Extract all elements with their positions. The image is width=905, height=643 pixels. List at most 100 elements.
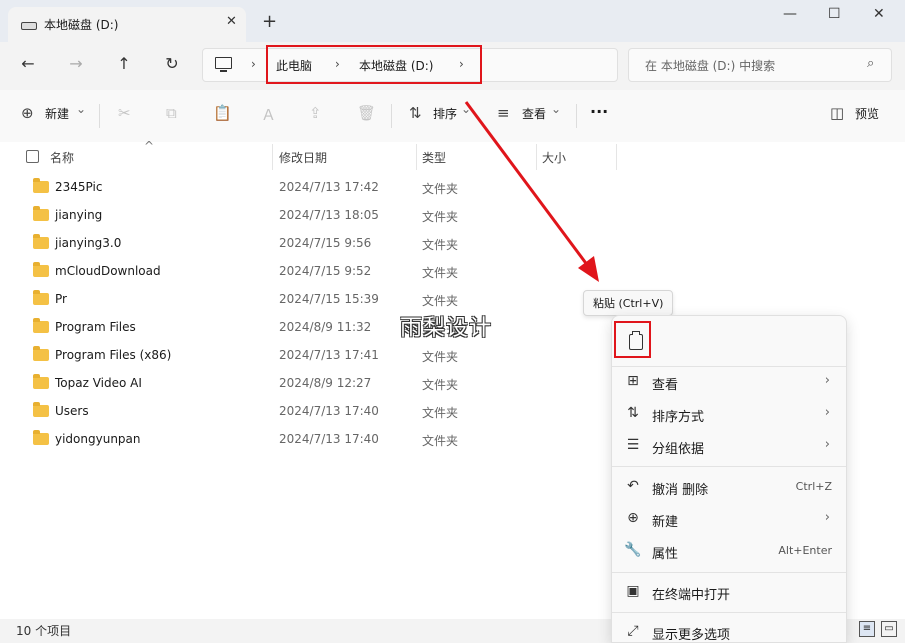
file-row[interactable]: Program Files 2024/8/9 11:32 文件夹 <box>0 314 600 342</box>
select-all-checkbox[interactable] <box>26 150 39 163</box>
menu-item-label: 分组依据 <box>652 442 705 457</box>
preview-button[interactable]: 预览 <box>855 105 879 122</box>
minimize-button[interactable]: — <box>783 6 797 22</box>
column-header-modified[interactable]: 修改日期 <box>279 149 327 166</box>
menu-item-view[interactable]: ⊞ 查看 › <box>612 367 846 397</box>
folder-icon <box>33 262 49 277</box>
maximize-button[interactable]: ☐ <box>828 6 841 22</box>
new-icon[interactable]: ⊕ <box>21 104 34 122</box>
terminal-icon: ▣ <box>626 583 640 599</box>
folder-icon <box>33 374 49 389</box>
rename-icon[interactable]: Ａ <box>261 104 276 125</box>
up-button[interactable]: ↑ <box>110 52 138 76</box>
column-header-type[interactable]: 类型 <box>422 149 446 166</box>
column-header-size[interactable]: 大小 <box>542 149 566 166</box>
file-modified: 2024/8/9 11:32 <box>279 320 372 334</box>
menu-item-label: 撤消 删除 <box>652 483 709 498</box>
menu-item-new[interactable]: ⊕ 新建 › <box>612 504 846 534</box>
view-dropdown-icon[interactable]: ⌄ <box>551 102 561 116</box>
chevron-right-icon: › <box>824 437 830 452</box>
close-window-button[interactable]: ✕ <box>873 6 885 22</box>
file-modified: 2024/7/13 17:41 <box>279 348 379 362</box>
cut-icon[interactable]: ✂ <box>118 104 131 122</box>
file-row[interactable]: yidongyunpan 2024/7/13 17:40 文件夹 <box>0 426 600 454</box>
menu-item-label: 在终端中打开 <box>652 588 731 603</box>
file-name: Topaz Video AI <box>55 376 142 390</box>
plus-circle-icon: ⊕ <box>627 510 639 526</box>
tiles-view-icon[interactable]: ▭ <box>881 621 897 637</box>
chevron-right-icon: › <box>824 405 830 420</box>
sort-dropdown-icon[interactable]: ⌄ <box>461 102 471 116</box>
tab-title: 本地磁盘 (D:) <box>44 18 119 32</box>
back-button[interactable]: ← <box>14 52 42 76</box>
new-tab-button[interactable]: + <box>262 11 277 32</box>
file-row[interactable]: Pr 2024/7/15 15:39 文件夹 <box>0 286 600 314</box>
sort-button[interactable]: 排序 <box>433 105 457 122</box>
search-icon: ⌕ <box>867 56 875 71</box>
menu-item-properties[interactable]: 🔧 属性 Alt+Enter <box>612 536 846 566</box>
file-type: 文件夹 <box>422 434 459 448</box>
file-row[interactable]: 2345Pic 2024/7/13 17:42 文件夹 <box>0 174 600 202</box>
folder-icon <box>33 234 49 249</box>
column-divider[interactable] <box>272 144 273 170</box>
context-menu: ⊞ 查看 › ⇅ 排序方式 › ☰ 分组依据 › ↶ 撤消 删除 Ctrl+Z … <box>611 315 847 643</box>
new-dropdown-icon[interactable]: ⌄ <box>76 102 86 116</box>
file-modified: 2024/7/13 17:40 <box>279 404 379 418</box>
folder-icon <box>33 430 49 445</box>
file-type: 文件夹 <box>422 238 459 252</box>
file-name: 2345Pic <box>55 180 103 194</box>
column-divider[interactable] <box>536 144 537 170</box>
menu-separator <box>612 612 846 613</box>
folder-icon <box>33 402 49 417</box>
breadcrumb-separator[interactable]: › <box>251 57 256 71</box>
forward-button[interactable]: → <box>62 52 90 76</box>
column-header-name[interactable]: 名称 <box>50 149 74 166</box>
title-bar: 本地磁盘 (D:) ✕ + — ☐ ✕ <box>0 0 905 42</box>
copy-icon[interactable]: ⧉ <box>166 104 177 122</box>
details-view-icon[interactable]: ≡ <box>859 621 875 637</box>
menu-item-show-more-options[interactable]: ⤢ 显示更多选项 <box>612 617 846 642</box>
toolbar-divider <box>391 104 392 128</box>
file-type: 文件夹 <box>422 294 459 308</box>
menu-item-open-in-terminal[interactable]: ▣ 在终端中打开 <box>612 577 846 607</box>
file-row[interactable]: Program Files (x86) 2024/7/13 17:41 文件夹 <box>0 342 600 370</box>
sort-icon[interactable]: ⇅ <box>409 104 422 122</box>
view-icon[interactable]: ≡ <box>497 104 510 122</box>
file-row[interactable]: Users 2024/7/13 17:40 文件夹 <box>0 398 600 426</box>
grid-icon: ⊞ <box>627 373 639 389</box>
expand-icon: ⤢ <box>627 623 639 639</box>
menu-item-sort-by[interactable]: ⇅ 排序方式 › <box>612 399 846 429</box>
view-button[interactable]: 查看 <box>522 105 546 122</box>
refresh-button[interactable]: ↻ <box>158 52 186 76</box>
column-divider[interactable] <box>416 144 417 170</box>
share-icon[interactable]: ⇪ <box>309 104 322 122</box>
menu-separator <box>612 466 846 467</box>
menu-item-undo-delete[interactable]: ↶ 撤消 删除 Ctrl+Z <box>612 472 846 502</box>
new-button[interactable]: 新建 <box>45 105 69 122</box>
this-pc-icon[interactable] <box>215 57 232 72</box>
paste-tooltip: 粘贴 (Ctrl+V) <box>583 290 674 316</box>
drive-icon <box>21 22 37 30</box>
file-row[interactable]: jianying 2024/7/13 18:05 文件夹 <box>0 202 600 230</box>
file-row[interactable]: Topaz Video AI 2024/8/9 12:27 文件夹 <box>0 370 600 398</box>
file-row[interactable]: jianying3.0 2024/7/15 9:56 文件夹 <box>0 230 600 258</box>
menu-item-group-by[interactable]: ☰ 分组依据 › <box>612 431 846 461</box>
folder-icon <box>33 290 49 305</box>
tab-local-disk-d[interactable]: 本地磁盘 (D:) ✕ <box>8 7 246 42</box>
paste-icon[interactable]: 📋 <box>213 104 232 122</box>
search-input[interactable]: 在 本地磁盘 (D:) 中搜索 ⌕ <box>628 48 892 82</box>
search-placeholder: 在 本地磁盘 (D:) 中搜索 <box>645 59 776 73</box>
item-count: 10 个项目 <box>16 624 72 638</box>
more-options-button[interactable]: ··· <box>590 102 608 121</box>
paste-highlight-box <box>614 321 651 358</box>
tab-close-icon[interactable]: ✕ <box>226 14 237 29</box>
file-name: Program Files (x86) <box>55 348 172 362</box>
file-modified: 2024/7/15 9:52 <box>279 264 372 278</box>
sort-icon: ⇅ <box>627 405 639 421</box>
preview-pane-icon[interactable]: ◫ <box>830 104 844 122</box>
file-row[interactable]: mCloudDownload 2024/7/15 9:52 文件夹 <box>0 258 600 286</box>
menu-separator <box>612 572 846 573</box>
file-name: jianying3.0 <box>55 236 122 250</box>
delete-icon[interactable]: 🗑 <box>357 104 376 122</box>
column-divider[interactable] <box>616 144 617 170</box>
